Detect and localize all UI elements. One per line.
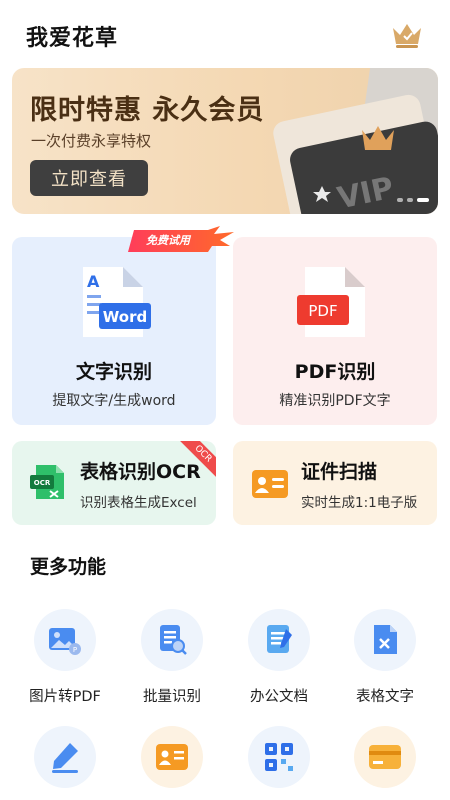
carousel-dots — [397, 198, 429, 202]
pdf-icon-label: PDF — [308, 302, 337, 320]
table-ocr-subtitle: 识别表格生成Excel — [80, 495, 197, 511]
grid-item-image-to-pdf[interactable]: P 图片转PDF — [12, 609, 118, 706]
office-doc-icon — [248, 609, 310, 671]
grid-label: 表格文字 — [356, 689, 414, 705]
carousel-dot-active[interactable] — [417, 198, 429, 202]
crown-icon[interactable] — [390, 20, 424, 50]
pdf-recognition-title: PDF识别 — [294, 361, 376, 383]
grid-item-qr-scan[interactable] — [226, 726, 332, 788]
word-icon-label: Word — [103, 308, 147, 326]
free-trial-badge: 免费试用 — [128, 226, 234, 252]
view-now-button[interactable]: 立即查看 — [30, 160, 148, 196]
free-trial-text: 免费试用 — [146, 234, 192, 247]
pdf-recognition-card[interactable]: PDF PDF识别 精准识别PDF文字 — [233, 237, 437, 425]
word-doc-icon: A Word — [83, 267, 151, 337]
grid-item-bank-card[interactable] — [332, 726, 438, 788]
id-card-icon — [252, 470, 288, 498]
vip-card-illustration: VIP — [273, 68, 438, 214]
pdf-doc-icon: PDF — [297, 267, 365, 337]
ocr-icon-label: OCR — [34, 479, 51, 487]
vip-promo-banner[interactable]: 限时特惠 永久会员 一次付费永享特权 立即查看 VIP — [12, 68, 438, 214]
batch-scan-icon — [141, 609, 203, 671]
table-text-icon — [354, 609, 416, 671]
table-ocr-title: 表格识别OCR — [80, 461, 201, 483]
bank-card-icon — [354, 726, 416, 788]
excel-ocr-icon: OCR — [30, 465, 64, 499]
grid-item-handwriting[interactable] — [12, 726, 118, 788]
id-scan-title: 证件扫描 — [301, 461, 378, 483]
more-features-title: 更多功能 — [30, 556, 107, 578]
text-recognition-subtitle: 提取文字/生成word — [52, 393, 176, 409]
grid-item-table-text[interactable]: 表格文字 — [332, 609, 438, 706]
grid-item-batch-scan[interactable]: 批量识别 — [119, 609, 225, 706]
grid-label: 图片转PDF — [29, 689, 101, 705]
grid-item-id-card[interactable] — [119, 726, 225, 788]
qr-scan-icon — [248, 726, 310, 788]
app-title: 我爱花草 — [26, 26, 119, 51]
banner-title: 限时特惠 永久会员 — [30, 95, 265, 126]
text-recognition-card[interactable]: A Word 文字识别 提取文字/生成word — [12, 237, 216, 425]
carousel-dot[interactable] — [407, 198, 413, 202]
handwriting-icon — [34, 726, 96, 788]
grid-item-office-doc[interactable]: 办公文档 — [226, 609, 332, 706]
carousel-dot[interactable] — [397, 198, 403, 202]
id-card-icon — [141, 726, 203, 788]
grid-label: 批量识别 — [143, 689, 201, 705]
table-ocr-card[interactable]: OCR 表格识别OCR 识别表格生成Excel OCR — [12, 441, 216, 525]
header: 我爱花草 — [0, 0, 450, 68]
pdf-recognition-subtitle: 精准识别PDF文字 — [279, 393, 391, 409]
grid-label: 办公文档 — [250, 689, 308, 705]
image-to-pdf-icon: P — [34, 609, 96, 671]
banner-subtitle: 一次付费永享特权 — [31, 132, 152, 150]
svg-text:P: P — [73, 646, 77, 654]
text-recognition-title: 文字识别 — [75, 361, 152, 383]
svg-text:A: A — [87, 272, 100, 291]
id-scan-card[interactable]: 证件扫描 实时生成1:1电子版 — [233, 441, 437, 525]
id-scan-subtitle: 实时生成1:1电子版 — [301, 495, 418, 511]
